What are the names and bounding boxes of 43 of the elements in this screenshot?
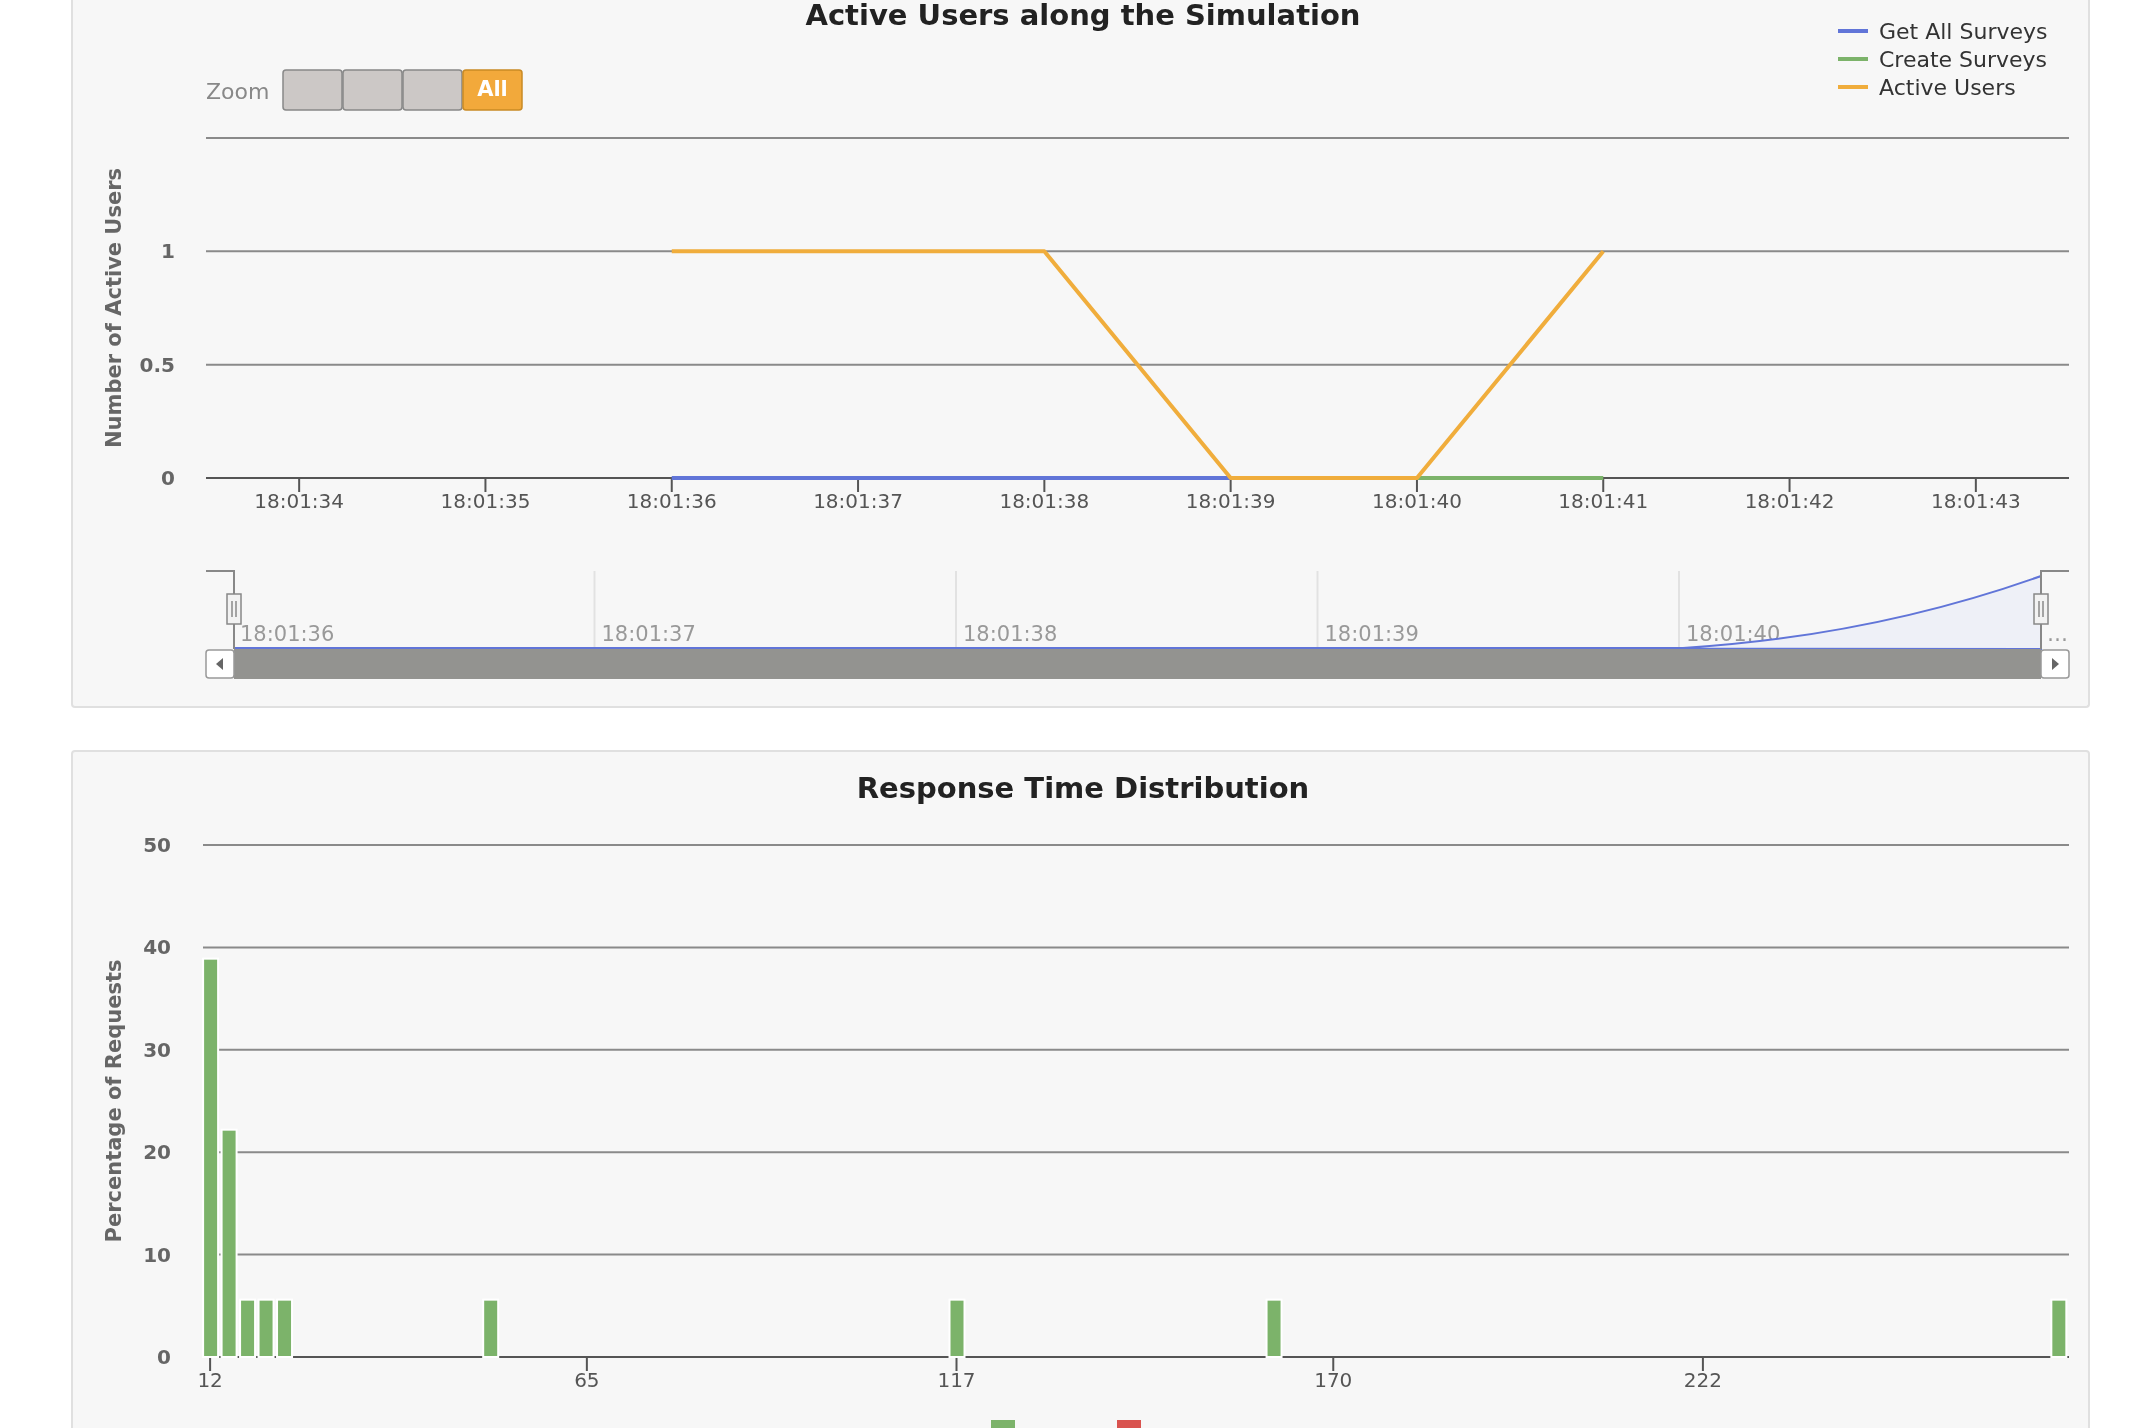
navigator-label: 18:01:36 xyxy=(240,622,335,646)
axis-label: 10 xyxy=(143,1242,171,1267)
axis-label: 20 xyxy=(143,1140,171,1165)
legend-label[interactable]: Create Surveys xyxy=(1879,47,2048,72)
axis-title: Number of Active Users xyxy=(102,167,126,449)
axis-label: 18:01:35 xyxy=(440,489,531,513)
chart-title: Active Users along the Simulation xyxy=(805,0,1361,32)
legend-label[interactable]: Active Users xyxy=(1879,75,2016,100)
axis-label: 50 xyxy=(143,833,171,857)
axis-label: 65 xyxy=(574,1368,600,1392)
scroll-left-button[interactable] xyxy=(205,649,235,679)
navigator-handle[interactable] xyxy=(2033,593,2049,625)
axis-label: 18:01:43 xyxy=(1930,489,2021,513)
navigator-label: 18:01:39 xyxy=(1324,622,1419,646)
legend-label[interactable]: Get All Surveys xyxy=(1879,19,2048,44)
chart-title: Response Time Distribution xyxy=(856,771,1310,805)
navigator-handle[interactable] xyxy=(226,593,242,625)
axis-label: 18:01:39 xyxy=(1185,489,1276,513)
navigator-label: 18:01:38 xyxy=(963,622,1058,646)
axis-label: 12 xyxy=(197,1368,223,1392)
axis-label: 0.5 xyxy=(139,352,175,377)
axis-label: 222 xyxy=(1683,1368,1722,1392)
axis-title: Percentage of Requests xyxy=(102,959,126,1243)
axis-label: 18:01:40 xyxy=(1372,489,1462,513)
navigator-label: 18:01:37 xyxy=(601,622,696,646)
axis-label: 18:01:34 xyxy=(254,489,345,513)
scroll-right-button[interactable] xyxy=(2040,649,2070,679)
zoom-label: Zoom xyxy=(206,79,270,104)
axis-label: 30 xyxy=(143,1037,171,1062)
axis-label: 1 xyxy=(161,239,175,264)
axis-label: 0 xyxy=(161,466,175,490)
axis-label: 18:01:36 xyxy=(626,489,717,513)
navigator-label: … xyxy=(2047,622,2068,646)
scrollbar[interactable] xyxy=(234,649,2041,679)
axis-label: 18:01:38 xyxy=(999,489,1090,513)
axis-label: 170 xyxy=(1314,1368,1353,1392)
axis-label: 0 xyxy=(157,1345,171,1369)
navigator-label: 18:01:40 xyxy=(1686,622,1781,646)
axis-label: 117 xyxy=(937,1368,976,1392)
axis-label: 40 xyxy=(143,935,171,960)
axis-label: 18:01:41 xyxy=(1558,489,1649,513)
axis-label: 18:01:37 xyxy=(813,489,903,513)
axis-label: 18:01:42 xyxy=(1744,489,1835,513)
